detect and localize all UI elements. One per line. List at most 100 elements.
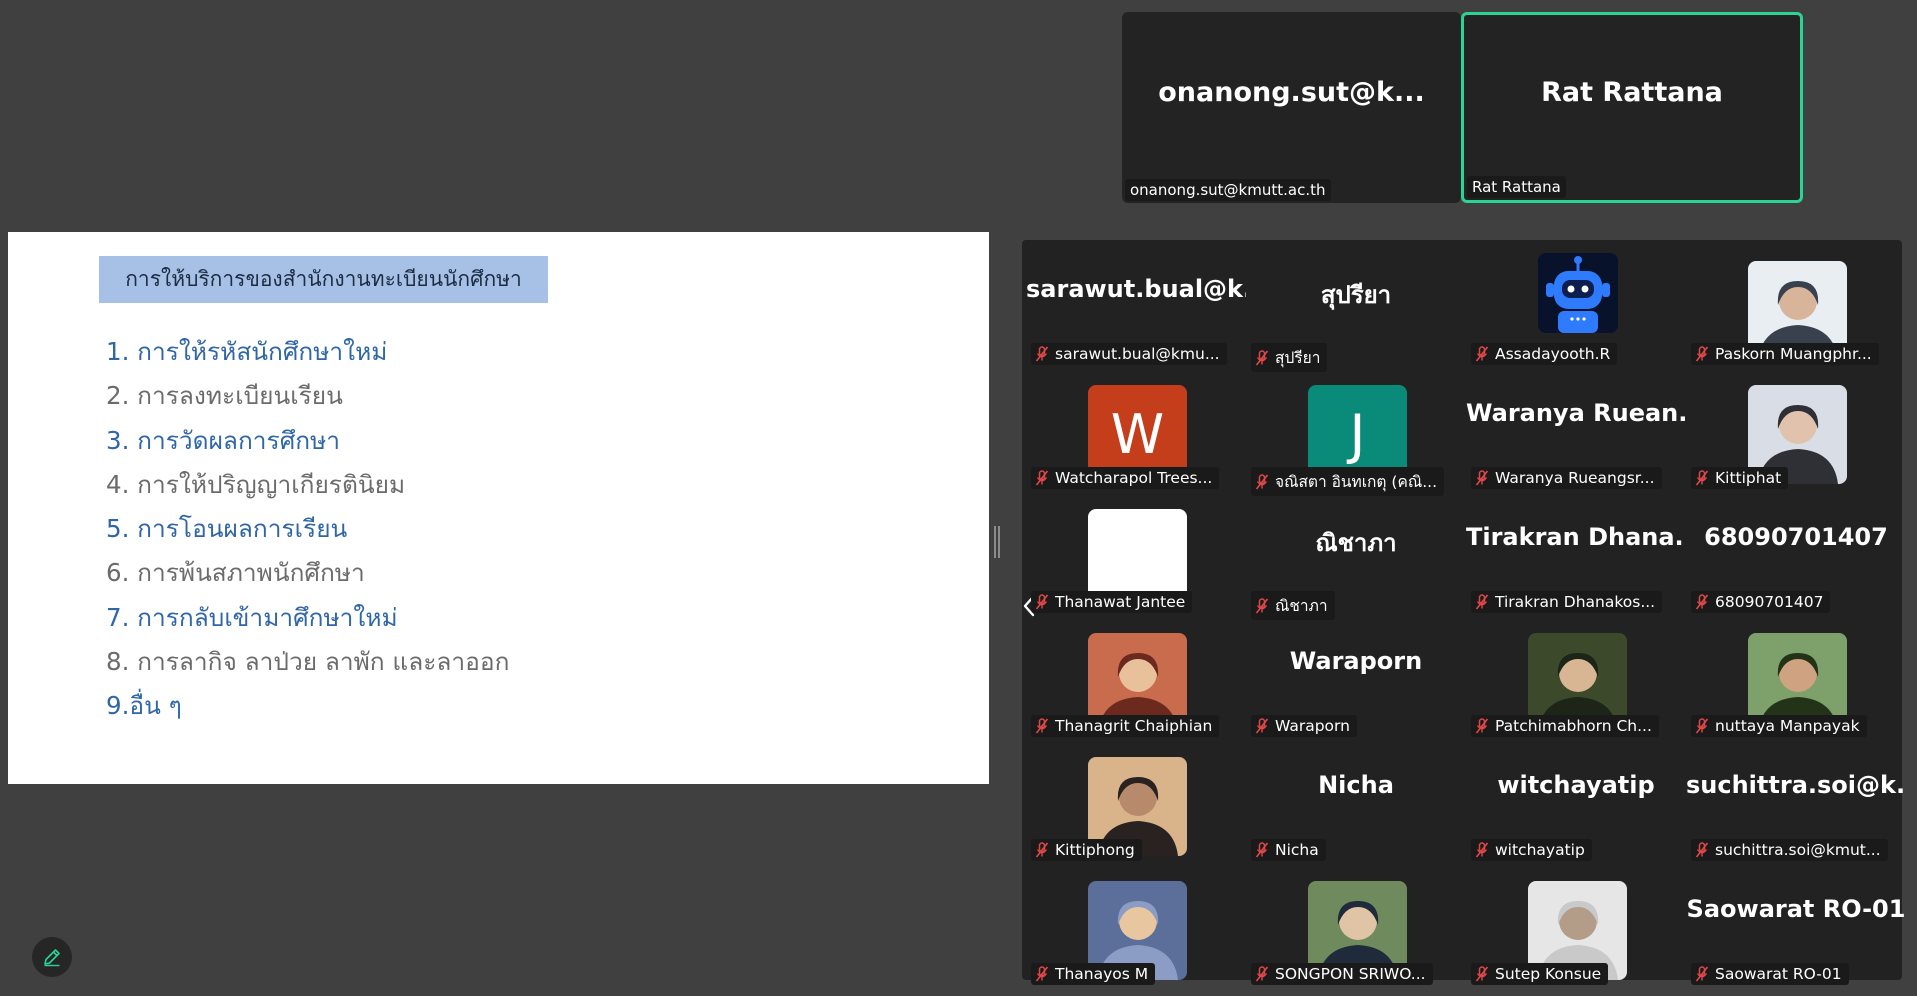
participant-name-caption: Assadayooth.R bbox=[1471, 343, 1618, 365]
participant-tile[interactable]: Paskorn Muangphr... bbox=[1686, 249, 1906, 373]
participant-display-name: suchittra.soi@k... bbox=[1686, 771, 1906, 799]
participant-tile[interactable]: J จณิสตา อินทเกตุ (คณิ... bbox=[1246, 373, 1466, 497]
participant-tile[interactable]: Tirakran Dhana... Tirakran Dhanakos... bbox=[1466, 497, 1686, 621]
participant-name-caption: sarawut.bual@kmu... bbox=[1031, 343, 1227, 365]
participant-name: Saowarat RO-01 bbox=[1715, 965, 1842, 983]
participant-name-caption: Patchimabhorn Ch... bbox=[1471, 715, 1659, 737]
muted-microphone-icon bbox=[1695, 594, 1709, 610]
participant-name: Patchimabhorn Ch... bbox=[1495, 717, 1652, 735]
muted-microphone-icon bbox=[1035, 718, 1049, 734]
slide-list-item: 1. การให้รหัสนักศึกษาใหม่ bbox=[106, 337, 388, 366]
participant-tile[interactable]: Thanagrit Chaiphian bbox=[1026, 621, 1246, 745]
speaker-name-caption: Rat Rattana bbox=[1467, 176, 1566, 198]
participant-display-name: sarawut.bual@k... bbox=[1026, 275, 1246, 303]
muted-microphone-icon bbox=[1695, 346, 1709, 362]
participant-name-caption: Waraporn bbox=[1251, 715, 1357, 737]
participant-display-name: 68090701407 bbox=[1704, 523, 1888, 551]
participant-name: จณิสตา อินทเกตุ (คณิ... bbox=[1275, 473, 1437, 491]
speaker-display-name: onanong.sut@k... bbox=[1158, 77, 1425, 108]
active-speaker-tile[interactable]: Rat Rattana Rat Rattana bbox=[1461, 12, 1803, 203]
participant-tile[interactable]: Waranya Ruean... Waranya Rueangsr... bbox=[1466, 373, 1686, 497]
participant-tile[interactable]: W Watcharapol Trees... bbox=[1026, 373, 1246, 497]
slide-list-item: 2. การลงทะเบียนเรียน bbox=[106, 381, 343, 411]
participant-name-caption: Waranya Rueangsr... bbox=[1471, 467, 1662, 489]
slide-list-item: 5. การโอนผลการเรียน bbox=[106, 514, 348, 544]
participant-tile[interactable]: 68090701407 68090701407 bbox=[1686, 497, 1906, 621]
participant-name: Waranya Rueangsr... bbox=[1495, 469, 1655, 487]
participant-display-name: Waraporn bbox=[1289, 647, 1423, 675]
slide-list-item: 9.อื่น ๆ bbox=[106, 691, 182, 721]
participant-name-caption: Kittiphat bbox=[1691, 467, 1789, 489]
participant-name: สุปรียา bbox=[1275, 349, 1321, 367]
muted-microphone-icon bbox=[1475, 718, 1489, 734]
participant-tile[interactable]: SONGPON SRIWO... bbox=[1246, 869, 1466, 993]
participant-tile[interactable]: suchittra.soi@k... suchittra.soi@kmut... bbox=[1686, 745, 1906, 869]
muted-microphone-icon bbox=[1255, 842, 1269, 858]
muted-microphone-icon bbox=[1255, 349, 1269, 365]
participant-tile[interactable]: Thanayos M bbox=[1026, 869, 1246, 993]
participant-name: Watcharapol Trees... bbox=[1055, 469, 1213, 487]
participant-tile[interactable]: Sutep Konsue bbox=[1466, 869, 1686, 993]
participant-name: Kittiphat bbox=[1715, 469, 1782, 487]
participant-display-name: ณิชาภา bbox=[1315, 529, 1397, 557]
participant-name-caption: จณิสตา อินทเกตุ (คณิ... bbox=[1251, 467, 1444, 496]
muted-microphone-icon bbox=[1695, 966, 1709, 982]
participant-name: Thanagrit Chaiphian bbox=[1055, 717, 1213, 735]
participant-name-caption: Tirakran Dhanakos... bbox=[1471, 591, 1663, 613]
participant-display-name: Tirakran Dhana... bbox=[1466, 523, 1686, 551]
muted-microphone-icon bbox=[1035, 842, 1049, 858]
participant-name: Kittiphong bbox=[1055, 841, 1135, 859]
participant-name: 68090701407 bbox=[1715, 593, 1824, 611]
meeting-window: onanong.sut@k... onanong.sut@kmutt.ac.th… bbox=[0, 0, 1917, 996]
muted-microphone-icon bbox=[1035, 346, 1049, 362]
split-resize-handle[interactable] bbox=[994, 526, 1000, 558]
participant-display-name: Saowarat RO-01 bbox=[1686, 895, 1906, 923]
participant-name: nuttaya Manpayak bbox=[1715, 717, 1860, 735]
avatar-letter: W bbox=[1110, 403, 1165, 466]
participant-name-caption: สุปรียา bbox=[1251, 343, 1328, 372]
speaker-tile[interactable]: onanong.sut@k... onanong.sut@kmutt.ac.th bbox=[1122, 12, 1461, 203]
participant-name: sarawut.bual@kmu... bbox=[1055, 345, 1220, 363]
participant-name-caption: Nicha bbox=[1251, 839, 1326, 861]
muted-microphone-icon bbox=[1475, 470, 1489, 486]
muted-microphone-icon bbox=[1255, 966, 1269, 982]
participant-tile[interactable]: ณิชาภา ณิชาภา bbox=[1246, 497, 1466, 621]
muted-microphone-icon bbox=[1255, 597, 1269, 613]
participant-tile[interactable]: Patchimabhorn Ch... bbox=[1466, 621, 1686, 745]
participant-tile[interactable]: สุปรียา สุปรียา bbox=[1246, 249, 1466, 373]
participant-name: Thanayos M bbox=[1055, 965, 1149, 983]
participant-tile[interactable]: witchayatip witchayatip bbox=[1466, 745, 1686, 869]
participant-name: Assadayooth.R bbox=[1495, 345, 1611, 363]
participant-display-name: Waranya Ruean... bbox=[1466, 399, 1686, 427]
participant-tile[interactable]: Kittiphong bbox=[1026, 745, 1246, 869]
robot-icon bbox=[1538, 253, 1618, 333]
participant-name-caption: 68090701407 bbox=[1691, 591, 1831, 613]
participant-tile[interactable]: Assadayooth.R bbox=[1466, 249, 1686, 373]
participant-name: SONGPON SRIWO... bbox=[1275, 965, 1426, 983]
participant-tile[interactable]: Waraporn Waraporn bbox=[1246, 621, 1466, 745]
avatar-letter: J bbox=[1349, 403, 1366, 466]
speaker-name-caption: onanong.sut@kmutt.ac.th bbox=[1125, 179, 1331, 201]
participant-tile[interactable]: Kittiphat bbox=[1686, 373, 1906, 497]
annotate-button[interactable] bbox=[32, 937, 72, 977]
participant-name-caption: Sutep Konsue bbox=[1471, 963, 1609, 985]
participant-tile[interactable]: Nicha Nicha bbox=[1246, 745, 1466, 869]
participant-name: Nicha bbox=[1275, 841, 1319, 859]
participant-tile[interactable]: Saowarat RO-01 Saowarat RO-01 bbox=[1686, 869, 1906, 993]
participant-tile[interactable]: Thanawat Jantee bbox=[1026, 497, 1246, 621]
slide-list-item: 4. การให้ปริญญาเกียรตินิยม bbox=[106, 469, 406, 499]
participant-name: Sutep Konsue bbox=[1495, 965, 1602, 983]
muted-microphone-icon bbox=[1255, 473, 1269, 489]
muted-microphone-icon bbox=[1475, 594, 1489, 610]
muted-microphone-icon bbox=[1695, 718, 1709, 734]
participant-display-name: Nicha bbox=[1318, 771, 1394, 799]
participant-name: suchittra.soi@kmut... bbox=[1715, 841, 1881, 859]
participant-tile[interactable]: nuttaya Manpayak bbox=[1686, 621, 1906, 745]
participant-name: Thanawat Jantee bbox=[1055, 593, 1186, 611]
participant-tile[interactable]: sarawut.bual@k... sarawut.bual@kmu... bbox=[1026, 249, 1246, 373]
muted-microphone-icon bbox=[1695, 842, 1709, 858]
slide-list-item: 6. การพ้นสภาพนักศึกษา bbox=[106, 558, 365, 588]
muted-microphone-icon bbox=[1475, 346, 1489, 362]
speaker-display-name: Rat Rattana bbox=[1541, 77, 1723, 108]
muted-microphone-icon bbox=[1035, 966, 1049, 982]
